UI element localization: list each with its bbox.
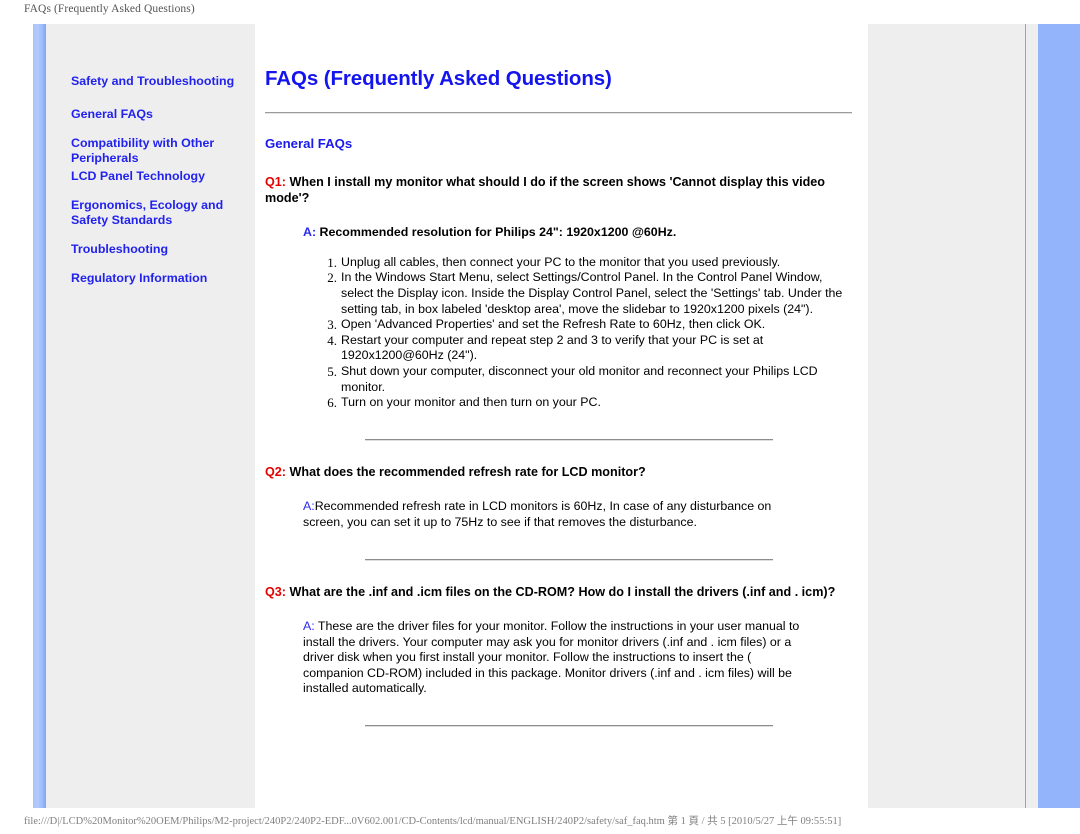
question-3-tag: Q3:: [265, 584, 286, 599]
answer-2: A:Recommended refresh rate in LCD monito…: [265, 480, 803, 530]
sidebar-item-safety-and-troubleshooting[interactable]: Safety and Troubleshooting: [71, 74, 246, 89]
list-item: Restart your computer and repeat step 2 …: [317, 332, 764, 363]
answer-3-tag: A:: [303, 619, 315, 634]
sidebar-item-compatibility-with-other-peripherals[interactable]: Compatibility with Other Peripherals: [71, 136, 246, 166]
sidebar-item-troubleshooting[interactable]: Troubleshooting: [71, 242, 246, 257]
question-2-tag: Q2:: [265, 464, 286, 479]
sidebar: Safety and Troubleshooting General FAQs …: [46, 24, 250, 808]
question-3-text: What are the .inf and .icm files on the …: [286, 584, 836, 599]
answer-1-text: Recommended resolution for Philips 24": …: [316, 225, 677, 240]
right-accent-bar: [1038, 24, 1080, 808]
answer-1: A: Recommended resolution for Philips 24…: [265, 206, 860, 241]
print-footer-path: file:///D|/LCD%20Monitor%20OEM/Philips/M…: [24, 816, 842, 827]
answer-2-text: Recommended refresh rate in LCD monitors…: [303, 499, 772, 529]
print-header-title: FAQs (Frequently Asked Questions): [24, 3, 195, 15]
sidebar-item-regulatory-information[interactable]: Regulatory Information: [71, 271, 246, 286]
question-1-tag: Q1:: [265, 175, 286, 189]
question-3: Q3: What are the .inf and .icm files on …: [265, 561, 860, 601]
right-gap-strip: [1026, 24, 1038, 808]
question-1-text: When I install my monitor what should I …: [265, 175, 825, 205]
sidebar-item-general-faqs[interactable]: General FAQs: [71, 107, 246, 122]
list-item: Open 'Advanced Properties' and set the R…: [317, 317, 766, 332]
page-title: FAQs (Frequently Asked Questions): [265, 67, 612, 90]
list-item: Turn on your monitor and then turn on yo…: [317, 395, 601, 410]
question-1: Q1: When I install my monitor what shoul…: [265, 151, 860, 206]
left-accent-bar: [33, 24, 46, 808]
question-2: Q2: What does the recommended refresh ra…: [265, 441, 860, 481]
section-title-general-faqs: General FAQs: [265, 136, 353, 151]
answer-3-text: These are the driver files for your moni…: [303, 619, 800, 696]
section-divider-3: [365, 725, 773, 728]
answer-1-tag: A:: [303, 225, 317, 240]
list-item: Shut down your computer, disconnect your…: [317, 363, 818, 394]
list-item: In the Windows Start Menu, select Settin…: [317, 270, 843, 316]
answer-2-tag: A:: [303, 499, 315, 514]
sidebar-item-ergonomics-ecology-and-safety-standards[interactable]: Ergonomics, Ecology and Safety Standards: [71, 198, 246, 228]
answer-1-step-list: Unplug all cables, then connect your PC …: [265, 241, 860, 411]
answer-3: A: These are the driver files for your m…: [265, 600, 813, 697]
list-item: Unplug all cables, then connect your PC …: [317, 254, 781, 270]
sidebar-item-lcd-panel-technology[interactable]: LCD Panel Technology: [71, 169, 246, 184]
sidebar-nav: Safety and Troubleshooting General FAQs …: [71, 74, 246, 286]
question-2-text: What does the recommended refresh rate f…: [286, 464, 646, 479]
content-area: FAQs (Frequently Asked Questions) Genera…: [255, 24, 868, 808]
document-page: Safety and Troubleshooting General FAQs …: [0, 24, 1080, 808]
